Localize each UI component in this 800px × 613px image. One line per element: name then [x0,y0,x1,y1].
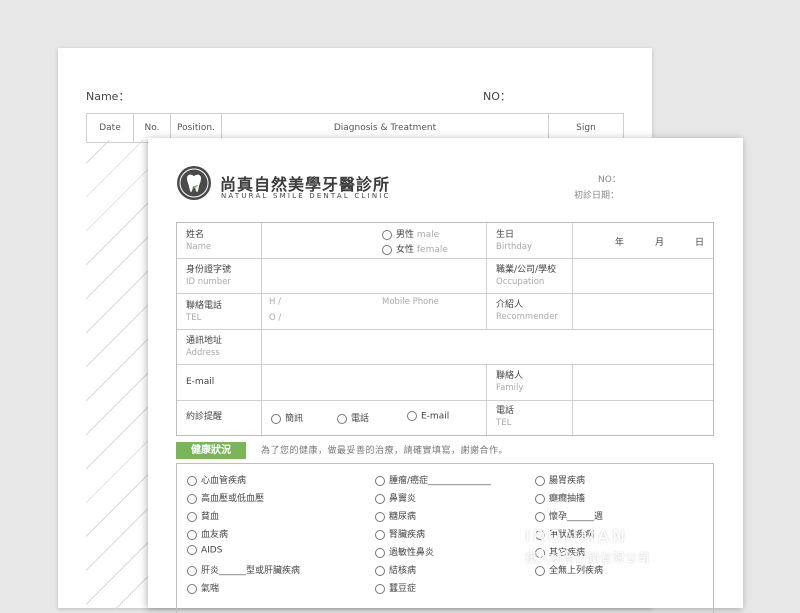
condition-checkbox[interactable]: AIDS [187,545,222,556]
reminder-email-radio[interactable]: E-mail [407,411,449,422]
watermark: IRONMAN 鐵人創意行銷有限公司 [525,527,650,566]
front-sheet: 尚真自然美學牙醫診所 NATURAL SMILE DENTAL CLINIC N… [148,138,743,613]
watermark-company: 鐵人創意行銷有限公司 [525,551,651,565]
clinic-name-en: NATURAL SMILE DENTAL CLINIC [221,192,391,200]
condition-checkbox[interactable]: 蠶豆症 [375,581,416,594]
phone-office-field[interactable]: O / [269,313,281,323]
watermark-brand: IRONMAN [525,527,628,547]
radio-circle-icon [187,583,197,594]
phone-label: 聯絡電話 TEL [186,301,223,323]
occupation-label: 職業/公司/學校 Occupation [496,265,557,287]
radio-circle-icon [535,493,545,504]
radio-circle-icon [375,529,385,540]
radio-circle-icon [375,547,385,558]
condition-checkbox[interactable]: 貧血 [187,509,219,522]
mobile-phone-field[interactable]: Mobile Phone [382,297,439,307]
row-divider [177,400,486,401]
birthday-day-label: 日 [695,238,705,248]
patient-info-grid: 姓名 Name 男性 male 女性 female 生日 Birthday 年 月 … [176,222,714,436]
radio-circle-icon [375,565,385,576]
radio-circle-icon [187,475,197,486]
condition-checkbox[interactable]: 過敏性鼻炎 [375,545,434,558]
tooth-logo-icon [177,166,211,200]
col-divider [486,223,487,329]
condition-checkbox[interactable]: 鼻竇炎 [375,491,416,504]
radio-circle-icon [535,511,545,522]
name-label: 姓名 Name [186,230,212,252]
row-divider [177,329,713,330]
radio-circle-icon [375,475,385,486]
col-divider [486,364,487,435]
health-status-tag: 健康狀況 [176,442,246,459]
condition-checkbox[interactable]: 腸胃疾病 [535,473,585,486]
condition-checkbox[interactable]: 氣喘 [187,581,219,594]
condition-checkbox[interactable]: 腫瘤/癌症______________ [375,473,491,486]
birthday-year-label: 年 [615,238,625,248]
condition-checkbox[interactable]: 血友病 [187,527,228,540]
col-divider [572,364,573,435]
first-visit-label: 初診日期： [574,191,620,201]
id-number-label: 身份證字號 ID number [186,265,232,287]
col-divider [261,223,262,435]
gender-male-radio[interactable]: 男性 male [382,227,439,240]
radio-circle-icon [375,583,385,594]
condition-checkbox[interactable]: 肝炎______型或肝臟疾病 [187,563,300,576]
radio-circle-icon [407,411,417,421]
row-divider [177,364,713,365]
condition-checkbox[interactable]: 腎臟疾病 [375,527,425,540]
birthday-label: 生日 Birthday [496,230,533,252]
condition-checkbox[interactable]: 結核病 [375,563,416,576]
emergency-contact-label: 聯絡人 Family [496,371,524,393]
condition-checkbox[interactable]: 心血管疾病 [187,473,246,486]
referrer-label: 介紹人 Recommender [496,300,558,322]
reminder-sms-radio[interactable]: 簡訊 [271,411,303,424]
address-label: 通訊地址 Address [186,336,223,358]
form-no-label: NO： [598,175,621,185]
radio-circle-icon [375,493,385,504]
radio-circle-icon [187,545,197,555]
condition-checkbox[interactable]: 癲癇抽搐 [535,491,585,504]
radio-circle-icon [187,565,197,576]
radio-circle-icon [337,413,347,424]
reminder-phone-radio[interactable]: 電話 [337,411,369,424]
col-divider [572,223,573,329]
condition-checkbox[interactable]: 懷孕______週 [535,509,603,522]
back-name-label: Name： [86,90,130,103]
radio-circle-icon [375,511,385,522]
gender-female-radio[interactable]: 女性 female [382,242,448,255]
radio-circle-icon [187,493,197,504]
row-divider [177,258,713,259]
radio-circle-icon [187,529,197,540]
condition-checkbox[interactable]: 糖尿病 [375,509,416,522]
contact-phone-label: 電話 TEL [496,406,515,428]
birthday-month-label: 月 [655,238,665,248]
row-divider [486,400,713,401]
radio-circle-icon [187,511,197,522]
radio-circle-icon [271,413,281,424]
email-label: E-mail [186,377,215,387]
col-date: Date [86,113,134,143]
condition-checkbox[interactable]: 高血壓或低血壓 [187,491,264,504]
radio-circle-icon [535,475,545,486]
radio-circle-icon [382,229,392,240]
radio-circle-icon [382,244,392,255]
appointment-reminder-label: 約診提醒 [186,412,223,422]
phone-home-field[interactable]: H / [269,297,281,307]
health-status-note: 為了您的健康，做最妥善的治療，請確實填寫，謝謝合作。 [261,446,509,456]
row-divider [177,293,713,294]
back-no-label: NO： [483,90,511,103]
